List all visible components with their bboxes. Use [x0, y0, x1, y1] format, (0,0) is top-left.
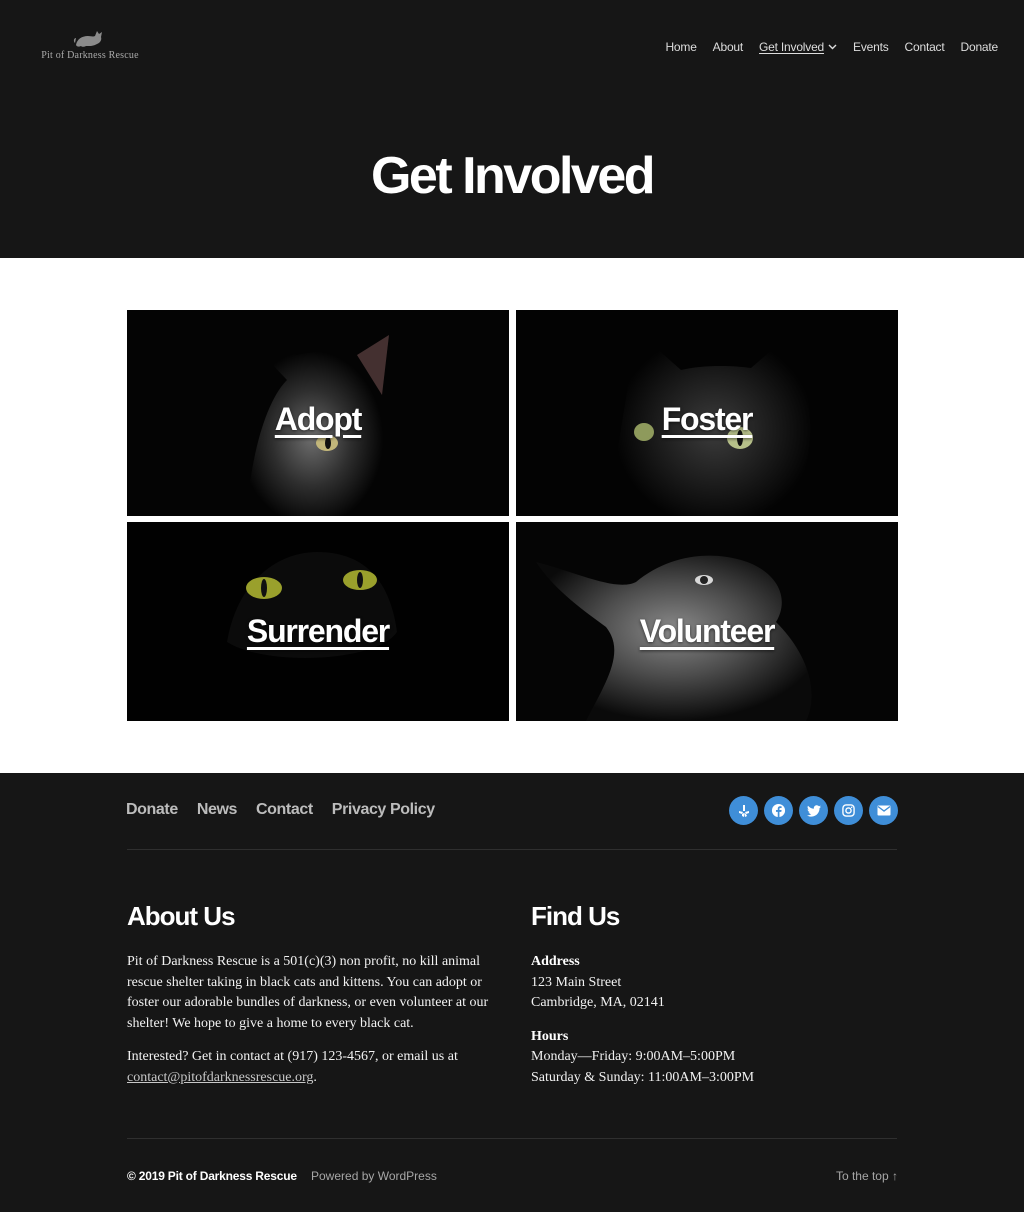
- primary-nav: Home About Get Involved Events Contact D…: [665, 40, 998, 54]
- twitter-icon[interactable]: [799, 796, 828, 825]
- yelp-icon[interactable]: [729, 796, 758, 825]
- main-content: Adopt Foster Surrender Volunteer: [0, 258, 1024, 773]
- find-us-heading: Find Us: [531, 901, 620, 931]
- contact-text: Interested? Get in contact at (917) 123-…: [127, 1047, 492, 1088]
- nav-contact-label: Contact: [904, 40, 945, 54]
- volunteer-label: Volunteer: [639, 613, 776, 649]
- contact-text-prefix: Interested? Get in contact at (917) 123-…: [127, 1049, 458, 1064]
- footer-nav: Donate News Contact Privacy Policy: [126, 801, 435, 819]
- nav-contact[interactable]: Contact: [905, 40, 945, 54]
- nav-home[interactable]: Home: [665, 40, 696, 54]
- footer-nav-news[interactable]: News: [197, 801, 238, 819]
- address-line-1: 123 Main Street: [531, 974, 622, 990]
- footer-divider-bottom: [127, 1138, 897, 1139]
- site-logo[interactable]: Pit of Darkness Rescue: [30, 26, 150, 61]
- cat-logo-icon: [73, 31, 102, 47]
- about-us-heading: About Us: [127, 901, 236, 931]
- foster-tile[interactable]: Foster: [516, 310, 898, 516]
- site-name: Pit of Darkness Rescue: [41, 50, 139, 61]
- nav-get-involved-label: Get Involved: [759, 40, 825, 54]
- site-header: Pit of Darkness Rescue Home About Get In…: [0, 0, 1024, 258]
- contact-text-suffix: .: [313, 1069, 317, 1085]
- footer-nav-privacy-policy[interactable]: Privacy Policy: [332, 801, 435, 819]
- mail-icon[interactable]: [869, 796, 898, 825]
- chevron-down-icon[interactable]: [828, 44, 837, 50]
- social-links: [729, 796, 898, 825]
- surrender-tile[interactable]: Surrender: [127, 522, 509, 721]
- nav-about-label: About: [712, 40, 744, 54]
- powered-by-link[interactable]: Powered by WordPress: [311, 1169, 437, 1183]
- nav-about[interactable]: About: [712, 40, 744, 54]
- about-us-section: About Us Pit of Darkness Rescue is a 501…: [127, 901, 492, 1088]
- hours-line-2: Saturday & Sunday: 11:00AM–3:00PM: [531, 1069, 755, 1085]
- facebook-icon[interactable]: [764, 796, 793, 825]
- volunteer-tile[interactable]: Volunteer: [516, 522, 898, 721]
- page-title: Get Involved: [370, 147, 656, 205]
- nav-home-label: Home: [665, 40, 697, 54]
- nav-donate[interactable]: Donate: [961, 40, 999, 54]
- about-us-text: Pit of Darkness Rescue is a 501(c)(3) no…: [127, 954, 489, 1031]
- footer-nav-contact[interactable]: Contact: [256, 801, 313, 819]
- nav-donate-label: Donate: [960, 40, 999, 54]
- instagram-icon[interactable]: [834, 796, 863, 825]
- email-link[interactable]: contact@pitofdarknessrescue.org: [127, 1070, 313, 1085]
- footer-divider-top: [127, 849, 897, 850]
- hours-line-1: Monday—Friday: 9:00AM–5:00PM: [531, 1049, 736, 1064]
- footer-nav-donate[interactable]: Donate: [126, 801, 178, 819]
- find-us-section: Find Us Address 123 Main Street Cambridg…: [531, 901, 896, 1088]
- address-line-2: Cambridge, MA, 02141: [531, 995, 665, 1010]
- nav-events[interactable]: Events: [853, 40, 889, 54]
- nav-events-label: Events: [853, 40, 889, 54]
- site-footer: Donate News Contact Privacy Policy About…: [0, 773, 1024, 1212]
- nav-get-involved[interactable]: Get Involved: [759, 40, 837, 54]
- hours-label: Hours: [531, 1028, 569, 1044]
- adopt-label: Adopt: [274, 400, 363, 437]
- foster-label: Foster: [661, 400, 754, 437]
- address-label: Address: [531, 954, 580, 969]
- to-the-top-link[interactable]: To the top ↑: [836, 1169, 898, 1183]
- copyright-text: © 2019 Pit of Darkness Rescue: [127, 1169, 297, 1183]
- surrender-label: Surrender: [246, 613, 390, 649]
- adopt-tile[interactable]: Adopt: [127, 310, 509, 516]
